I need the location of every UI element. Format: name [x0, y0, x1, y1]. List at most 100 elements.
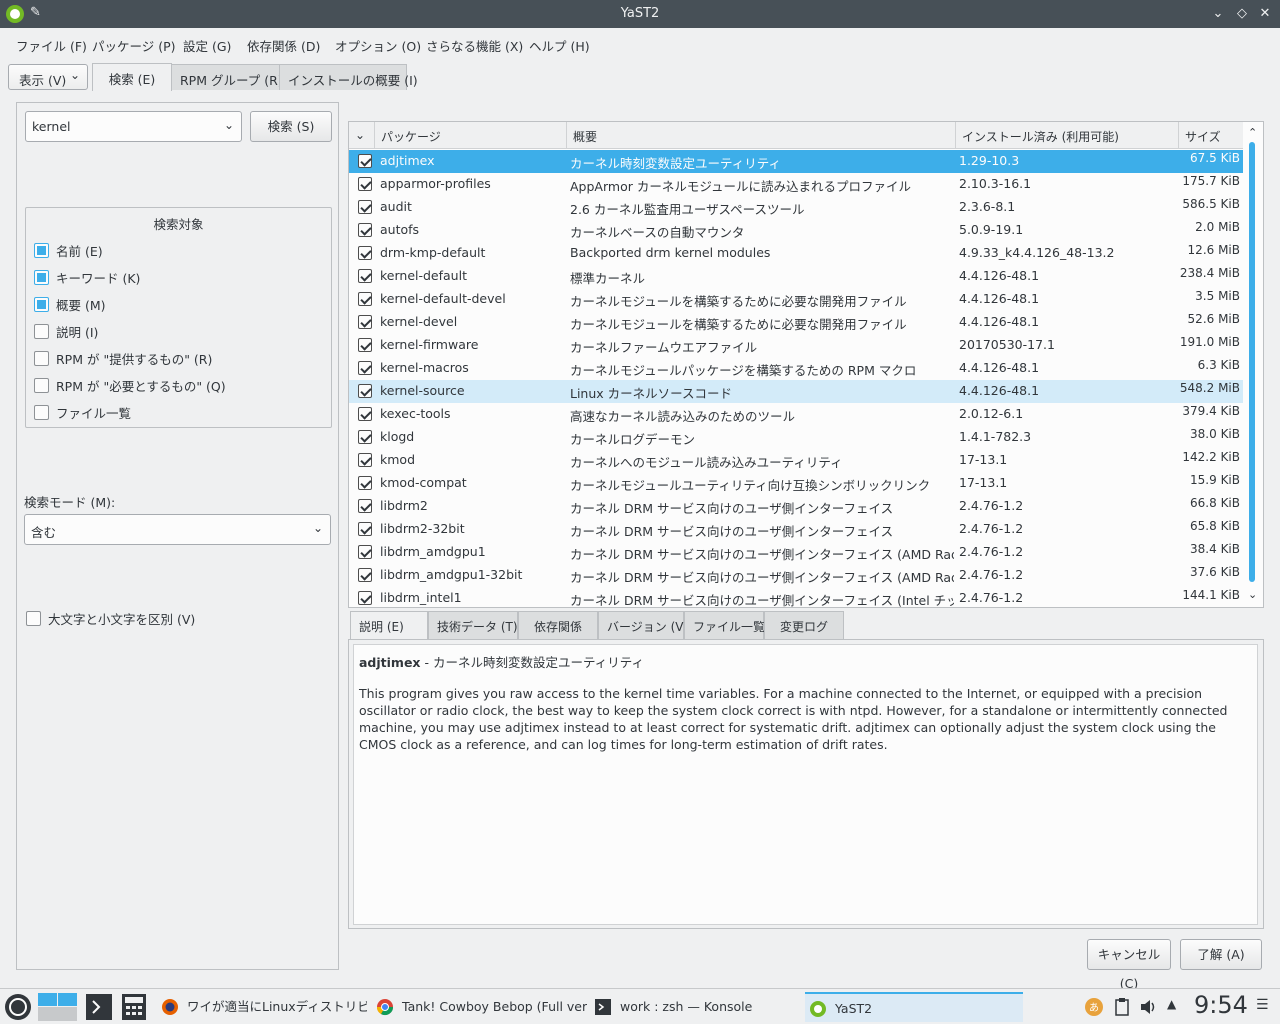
column-package[interactable]: パッケージ [375, 122, 567, 149]
table-row[interactable]: drm-kmp-default Backported drm kernel mod… [349, 242, 1243, 265]
terminal-launcher-icon[interactable] [84, 992, 114, 1022]
table-row[interactable]: kmod-compat カーネルモジュールユーティリティ向け互換シンボリックリンク… [349, 472, 1243, 495]
installed-checkbox[interactable] [358, 246, 372, 260]
table-row[interactable]: kernel-macros カーネルモジュールパッケージを構築するための RPM … [349, 357, 1243, 380]
installed-checkbox[interactable] [358, 223, 372, 237]
application-menu-icon[interactable] [3, 992, 33, 1022]
table-row[interactable]: adjtimex カーネル時刻変数設定ユーティリティ 1.29-10.3 67.5 K… [349, 150, 1243, 173]
installed-checkbox[interactable] [358, 292, 372, 306]
column-summary[interactable]: 概要 [567, 122, 956, 149]
option-description[interactable]: 説明 (I) [34, 322, 98, 340]
chevron-down-icon[interactable]: ⌄ [224, 118, 234, 132]
menu-configuration[interactable]: 設定 (G) [183, 36, 231, 55]
installed-checkbox[interactable] [358, 430, 372, 444]
tray-expand-icon[interactable]: ▲ [1167, 997, 1176, 1011]
menu-help[interactable]: ヘルプ (H) [529, 36, 590, 55]
tab-dependencies[interactable]: 依存関係 [518, 611, 598, 639]
table-scrollbar[interactable]: ⌃ ⌄ [1244, 122, 1263, 607]
menu-file[interactable]: ファイル (F) [16, 36, 87, 55]
installed-checkbox[interactable] [358, 361, 372, 375]
task-chrome[interactable]: Tank! Cowboy Bebop (Full vers... [372, 992, 587, 1022]
tab-installation-summary[interactable]: インストールの概要 (I) [279, 64, 418, 90]
installed-checkbox[interactable] [358, 476, 372, 490]
menu-dependencies[interactable]: 依存関係 (D) [247, 36, 320, 55]
table-row[interactable]: libdrm2 カーネル DRM サービス向けのユーザ側インターフェイス 2.4.7… [349, 495, 1243, 518]
calculator-icon[interactable] [119, 992, 149, 1022]
installed-checkbox[interactable] [358, 591, 372, 605]
installed-checkbox[interactable] [358, 177, 372, 191]
checkbox[interactable] [34, 324, 49, 339]
volume-icon[interactable] [1137, 992, 1159, 1022]
option-summary[interactable]: 概要 (M) [34, 295, 106, 313]
option-name[interactable]: 名前 (E) [34, 241, 103, 259]
checkbox-checked[interactable] [34, 243, 49, 258]
option-rpm-provides[interactable]: RPM が "提供するもの" (R) [34, 349, 212, 367]
column-size[interactable]: サイズ [1179, 122, 1243, 149]
task-firefox[interactable]: ワイが適当にLinuxディストリビュ... [157, 992, 367, 1022]
clock[interactable]: 9:54 [1194, 991, 1248, 1019]
table-row[interactable]: libdrm_amdgpu1 カーネル DRM サービス向けのユーザ側インターフェ… [349, 541, 1243, 564]
checkbox-checked[interactable] [34, 270, 49, 285]
option-file-list[interactable]: ファイル一覧 [34, 403, 131, 421]
installed-checkbox[interactable] [358, 545, 372, 559]
pager-icon[interactable] [37, 992, 79, 1022]
table-row[interactable]: kernel-source Linux カーネルソースコード 4.4.126-48.… [349, 380, 1243, 403]
installed-checkbox[interactable] [358, 499, 372, 513]
table-row[interactable]: kernel-default-devel カーネルモジュールを構築するために必要な… [349, 288, 1243, 311]
close-icon[interactable]: ✕ [1255, 4, 1275, 24]
option-rpm-requires[interactable]: RPM が "必要とするもの" (Q) [34, 376, 226, 394]
tab-versions[interactable]: バージョン (V) [598, 611, 688, 639]
installed-checkbox[interactable] [358, 269, 372, 283]
search-input-value[interactable]: kernel [32, 119, 71, 134]
table-row[interactable]: autofs カーネルベースの自動マウンタ 5.0.9-19.1 2.0 MiB [349, 219, 1243, 242]
table-row[interactable]: libdrm_intel1 カーネル DRM サービス向けのユーザ側インターフェイ… [349, 587, 1243, 607]
installed-checkbox[interactable] [358, 407, 372, 421]
table-row[interactable]: audit 2.6 カーネル監査用ユーザスペースツール 2.3.6-8.1 586.5… [349, 196, 1243, 219]
table-row[interactable]: kexec-tools 高速なカーネル読み込みのためのツール 2.0.12-6.1 3… [349, 403, 1243, 426]
input-method-icon[interactable]: あ [1083, 992, 1105, 1022]
table-row[interactable]: kernel-default 標準カーネル 4.4.126-48.1 238.4 Mi… [349, 265, 1243, 288]
menu-extras[interactable]: さらなる機能 (X) [426, 36, 523, 55]
installed-checkbox[interactable] [358, 453, 372, 467]
installed-checkbox[interactable] [358, 338, 372, 352]
table-row[interactable]: kernel-firmware カーネルファームウエアファイル 20170530-1… [349, 334, 1243, 357]
tab-file-list[interactable]: ファイル一覧 [684, 611, 765, 639]
checkbox-checked[interactable] [34, 297, 49, 312]
hamburger-menu-icon[interactable]: ☰ [1256, 997, 1269, 1013]
column-installed-version[interactable]: インストール済み (利用可能) [956, 122, 1179, 149]
scrollbar-thumb[interactable] [1249, 142, 1255, 582]
tab-rpm-groups[interactable]: RPM グループ (R) [171, 64, 283, 90]
checkbox[interactable] [26, 611, 41, 626]
accept-button[interactable]: 了解 (A) [1180, 939, 1262, 970]
installed-checkbox[interactable] [358, 384, 372, 398]
case-sensitive-option[interactable]: 大文字と小文字を区別 (V) [26, 609, 195, 628]
tab-changelog[interactable]: 変更ログ [764, 611, 844, 639]
installed-checkbox[interactable] [358, 315, 372, 329]
table-row[interactable]: libdrm2-32bit カーネル DRM サービス向けのユーザ側インターフェイ… [349, 518, 1243, 541]
view-dropdown-button[interactable]: 表示 (V) ⌄ [8, 64, 88, 90]
installed-checkbox[interactable] [358, 154, 372, 168]
checkbox[interactable] [34, 378, 49, 393]
cancel-button[interactable]: キャンセル (C) [1087, 939, 1171, 991]
minimize-icon[interactable]: ⌄ [1208, 4, 1228, 24]
scroll-down-icon[interactable]: ⌄ [1248, 588, 1257, 601]
table-row[interactable]: klogd カーネルログデーモン 1.4.1-782.3 38.0 KiB [349, 426, 1243, 449]
installed-checkbox[interactable] [358, 200, 372, 214]
table-row[interactable]: kernel-devel カーネルモジュールを構築するために必要な開発用ファイル 4… [349, 311, 1243, 334]
installed-checkbox[interactable] [358, 522, 372, 536]
installed-checkbox[interactable] [358, 568, 372, 582]
status-column-header[interactable]: ⌄ [349, 122, 375, 149]
menu-package[interactable]: パッケージ (P) [92, 36, 176, 55]
tab-description[interactable]: 説明 (E) [350, 611, 428, 639]
table-row[interactable]: libdrm_amdgpu1-32bit カーネル DRM サービス向けのユーザ側… [349, 564, 1243, 587]
search-mode-combobox[interactable]: 含む ⌄ [24, 514, 331, 545]
table-row[interactable]: kmod カーネルへのモジュール読み込みユーティリティ 17-13.1 142.2 K… [349, 449, 1243, 472]
scroll-up-icon[interactable]: ⌃ [1248, 126, 1257, 139]
maximize-icon[interactable]: ◇ [1232, 4, 1252, 24]
menu-options[interactable]: オプション (O) [335, 36, 421, 55]
tab-technical-data[interactable]: 技術データ (T) [428, 611, 518, 639]
table-row[interactable]: apparmor-profiles AppArmor カーネルモジュールに読み込ま… [349, 173, 1243, 196]
option-keywords[interactable]: キーワード (K) [34, 268, 140, 286]
search-combobox[interactable]: kernel ⌄ [25, 111, 242, 142]
checkbox[interactable] [34, 405, 49, 420]
